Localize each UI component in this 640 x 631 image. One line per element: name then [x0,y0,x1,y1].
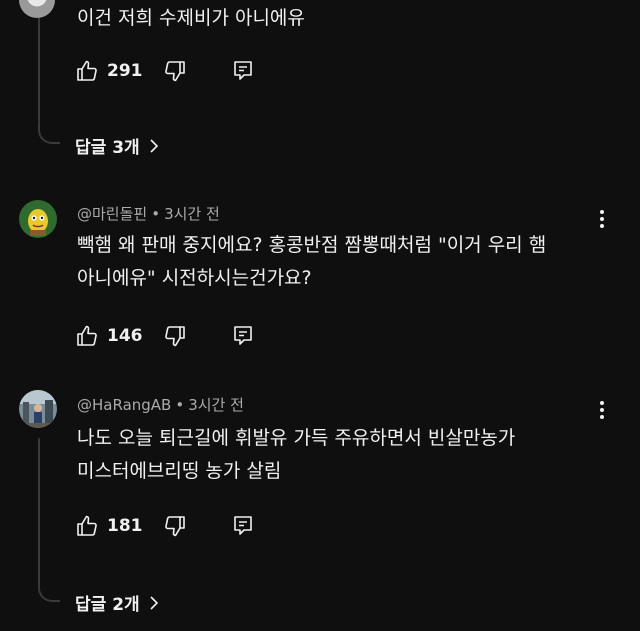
more-options-button[interactable] [592,207,612,231]
author-handle[interactable]: @HaRangAB [77,396,171,414]
comment-text-line: 이건 저희 수제비가 아니에유 [77,7,305,29]
meta-separator: • [151,205,161,223]
comment-text-line: 미스터에브리띵 농가 살림 [77,460,282,482]
reply-button[interactable] [231,324,255,348]
replies-label: 답글 2개 [75,595,140,615]
reply-comment-icon [234,61,252,80]
avatar[interactable] [19,0,55,18]
thumb-up-icon [77,60,97,81]
reply-button[interactable] [231,514,255,538]
comment-actions: 291 [75,58,255,84]
comment-time[interactable]: 3시간 전 [188,396,244,414]
view-replies-button[interactable]: 답글 2개 [75,590,160,615]
thumb-up-icon [77,325,97,346]
comment-meta: @HaRangAB • 3시간 전 [77,394,244,415]
comment-actions: 146 [75,323,255,349]
reply-thread-line [38,438,40,582]
avatar[interactable] [19,200,57,238]
reply-comment-icon [234,326,252,345]
view-replies-button[interactable]: 답글 3개 [75,133,160,158]
thumb-down-icon [165,326,185,347]
comment-text-line: 빽햄 왜 판매 중지에요? 홍콩반점 짬뽕때처럼 "이거 우리 햄 [77,234,547,256]
reply-button[interactable] [231,59,255,83]
reply-thread-curve [38,122,60,144]
comment-meta: @마린돌핀 • 3시간 전 [77,203,220,224]
more-vert-icon [600,210,604,228]
like-count: 181 [107,516,143,536]
meta-separator: • [175,396,185,414]
comment-text-line: 나도 오늘 퇴근길에 휘발유 가득 주유하면서 빈살만농가 [77,427,516,449]
like-count: 291 [107,61,143,81]
like-button[interactable]: 146 [75,324,163,348]
like-button[interactable]: 291 [75,59,163,83]
reply-comment-icon [234,516,252,535]
like-button[interactable]: 181 [75,514,163,538]
dislike-button[interactable] [163,59,231,83]
thumb-down-icon [165,61,185,82]
comment-actions: 181 [75,513,255,539]
avatar-image [19,200,57,238]
reply-thread-curve [38,580,60,602]
author-handle[interactable]: @마린돌핀 [77,205,147,223]
more-options-button[interactable] [592,398,612,422]
avatar-image [19,390,57,428]
comment-text: 나도 오늘 퇴근길에 휘발유 가득 주유하면서 빈살만농가 미스터에브리띵 농가… [77,422,597,488]
comment-time[interactable]: 3시간 전 [164,205,220,223]
like-count: 146 [107,326,143,346]
dislike-button[interactable] [163,324,231,348]
chevron-right-icon [150,595,158,610]
comment-text-line: 아니에유" 시전하시는건가요? [77,267,312,289]
dislike-button[interactable] [163,514,231,538]
replies-label: 답글 3개 [75,138,140,158]
reply-thread-line [38,0,40,122]
more-vert-icon [600,401,604,419]
thumb-down-icon [165,516,185,537]
comment-text: 이건 저희 수제비가 아니에유 [77,2,597,35]
comment-text: 빽햄 왜 판매 중지에요? 홍콩반점 짬뽕때처럼 "이거 우리 햄 아니에유" … [77,229,597,295]
avatar[interactable] [19,390,57,428]
chevron-right-icon [150,138,158,153]
thumb-up-icon [77,515,97,536]
